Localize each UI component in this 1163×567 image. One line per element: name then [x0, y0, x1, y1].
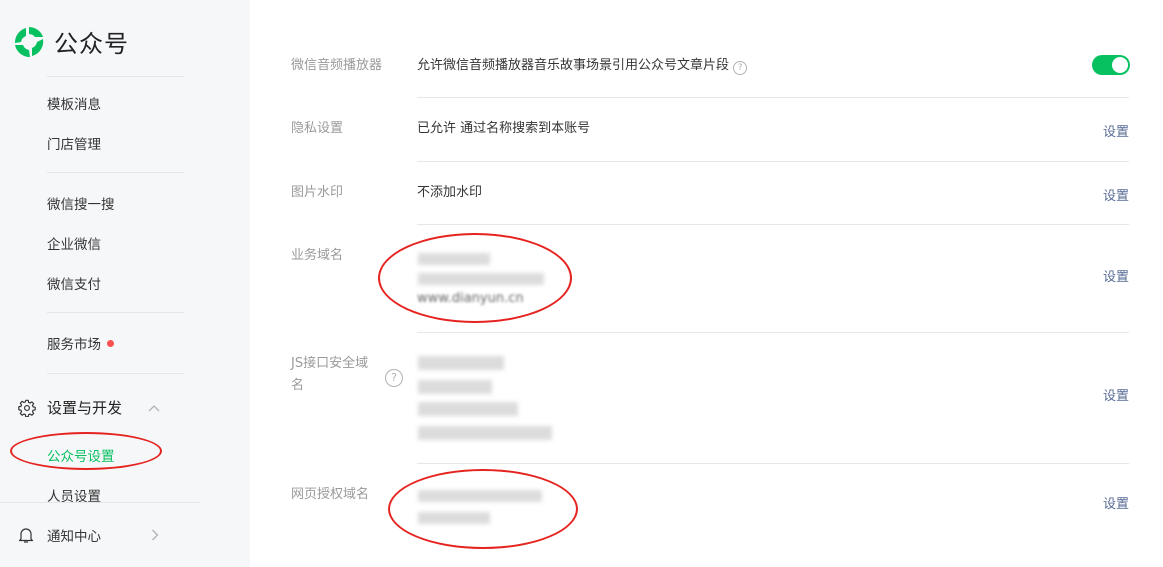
notification-dot [107, 340, 114, 347]
blurred-domain [418, 356, 504, 370]
sidebar-divider [47, 172, 184, 173]
logo-text: 公众号 [54, 30, 129, 58]
sidebar-item-service-market[interactable]: 服务市场 [47, 333, 114, 353]
sidebar-divider [47, 76, 184, 77]
sidebar-item-notification-center[interactable]: 通知中心 [18, 525, 159, 545]
bell-icon [18, 528, 34, 543]
row-divider [417, 97, 1129, 98]
blurred-domain [418, 380, 492, 394]
sidebar-item-label: 服务市场 [47, 337, 101, 353]
sidebar-item-account-settings[interactable]: 公众号设置 [47, 445, 115, 465]
blurred-domain [418, 253, 490, 265]
sidebar-divider [47, 312, 184, 313]
chevron-right-icon [152, 529, 159, 541]
logo[interactable]: 公众号 [12, 24, 129, 59]
blurred-domain [418, 273, 544, 285]
privacy-settings-link[interactable]: 设置 [1103, 121, 1129, 140]
oauth-domain-settings-link[interactable]: 设置 [1103, 493, 1129, 512]
annotation-ellipse [388, 469, 578, 549]
blurred-domain [418, 402, 518, 416]
setting-value-text: 允许微信音频播放器音乐故事场景引用公众号文章片段 [417, 58, 730, 73]
sidebar-item-wecom[interactable]: 企业微信 [47, 233, 101, 253]
setting-label-line: JS接口安全域 [291, 356, 369, 371]
business-domain-settings-link[interactable]: 设置 [1103, 266, 1129, 285]
row-divider [417, 463, 1129, 464]
sidebar-item-label: 通知中心 [47, 529, 101, 545]
blurred-domain [418, 426, 552, 440]
setting-label-audio-player: 微信音频播放器 [291, 58, 383, 73]
sidebar-divider [47, 373, 184, 374]
sidebar-divider [0, 502, 200, 503]
chevron-up-icon[interactable] [148, 404, 160, 412]
sidebar-item-store-management[interactable]: 门店管理 [47, 133, 101, 153]
sidebar-item-wechat-pay[interactable]: 微信支付 [47, 273, 101, 293]
setting-label-js-secure-domain: JS接口安全域 名 [291, 353, 368, 397]
sidebar-section-settings-dev[interactable]: 设置与开发 [18, 397, 160, 418]
sidebar-section-label: 设置与开发 [47, 399, 123, 417]
watermark-settings-link[interactable]: 设置 [1103, 185, 1129, 204]
domain-value: www.dianyun.cn [417, 291, 524, 306]
setting-label-line: 名 [291, 378, 305, 393]
audio-player-toggle[interactable] [1092, 55, 1130, 75]
setting-label-watermark: 图片水印 [291, 185, 344, 200]
sidebar: 公众号 模板消息 门店管理 微信搜一搜 企业微信 微信支付 服务市场 设置与开发… [0, 0, 250, 567]
row-divider [417, 161, 1129, 162]
setting-label-oauth-domain: 网页授权域名 [291, 487, 370, 502]
blurred-domain [418, 512, 490, 524]
row-divider [417, 224, 1129, 225]
sidebar-item-wechat-search[interactable]: 微信搜一搜 [47, 193, 115, 213]
row-divider [417, 332, 1129, 333]
setting-value-privacy: 已允许 通过名称搜索到本账号 [417, 121, 591, 136]
sidebar-item-template-message[interactable]: 模板消息 [47, 93, 101, 113]
js-domain-settings-link[interactable]: 设置 [1103, 385, 1129, 404]
toggle-knob [1112, 57, 1128, 73]
help-icon[interactable]: ? [385, 369, 403, 387]
gear-icon [18, 399, 36, 417]
help-icon[interactable]: ? [733, 61, 748, 75]
blurred-domain [418, 490, 542, 502]
setting-label-business-domain: 业务域名 [291, 248, 344, 263]
setting-value-audio-player: 允许微信音频播放器音乐故事场景引用公众号文章片段 ? [417, 55, 748, 77]
setting-value-watermark: 不添加水印 [417, 185, 483, 200]
setting-label-privacy: 隐私设置 [291, 121, 344, 136]
wechat-official-account-logo-icon [14, 26, 44, 57]
